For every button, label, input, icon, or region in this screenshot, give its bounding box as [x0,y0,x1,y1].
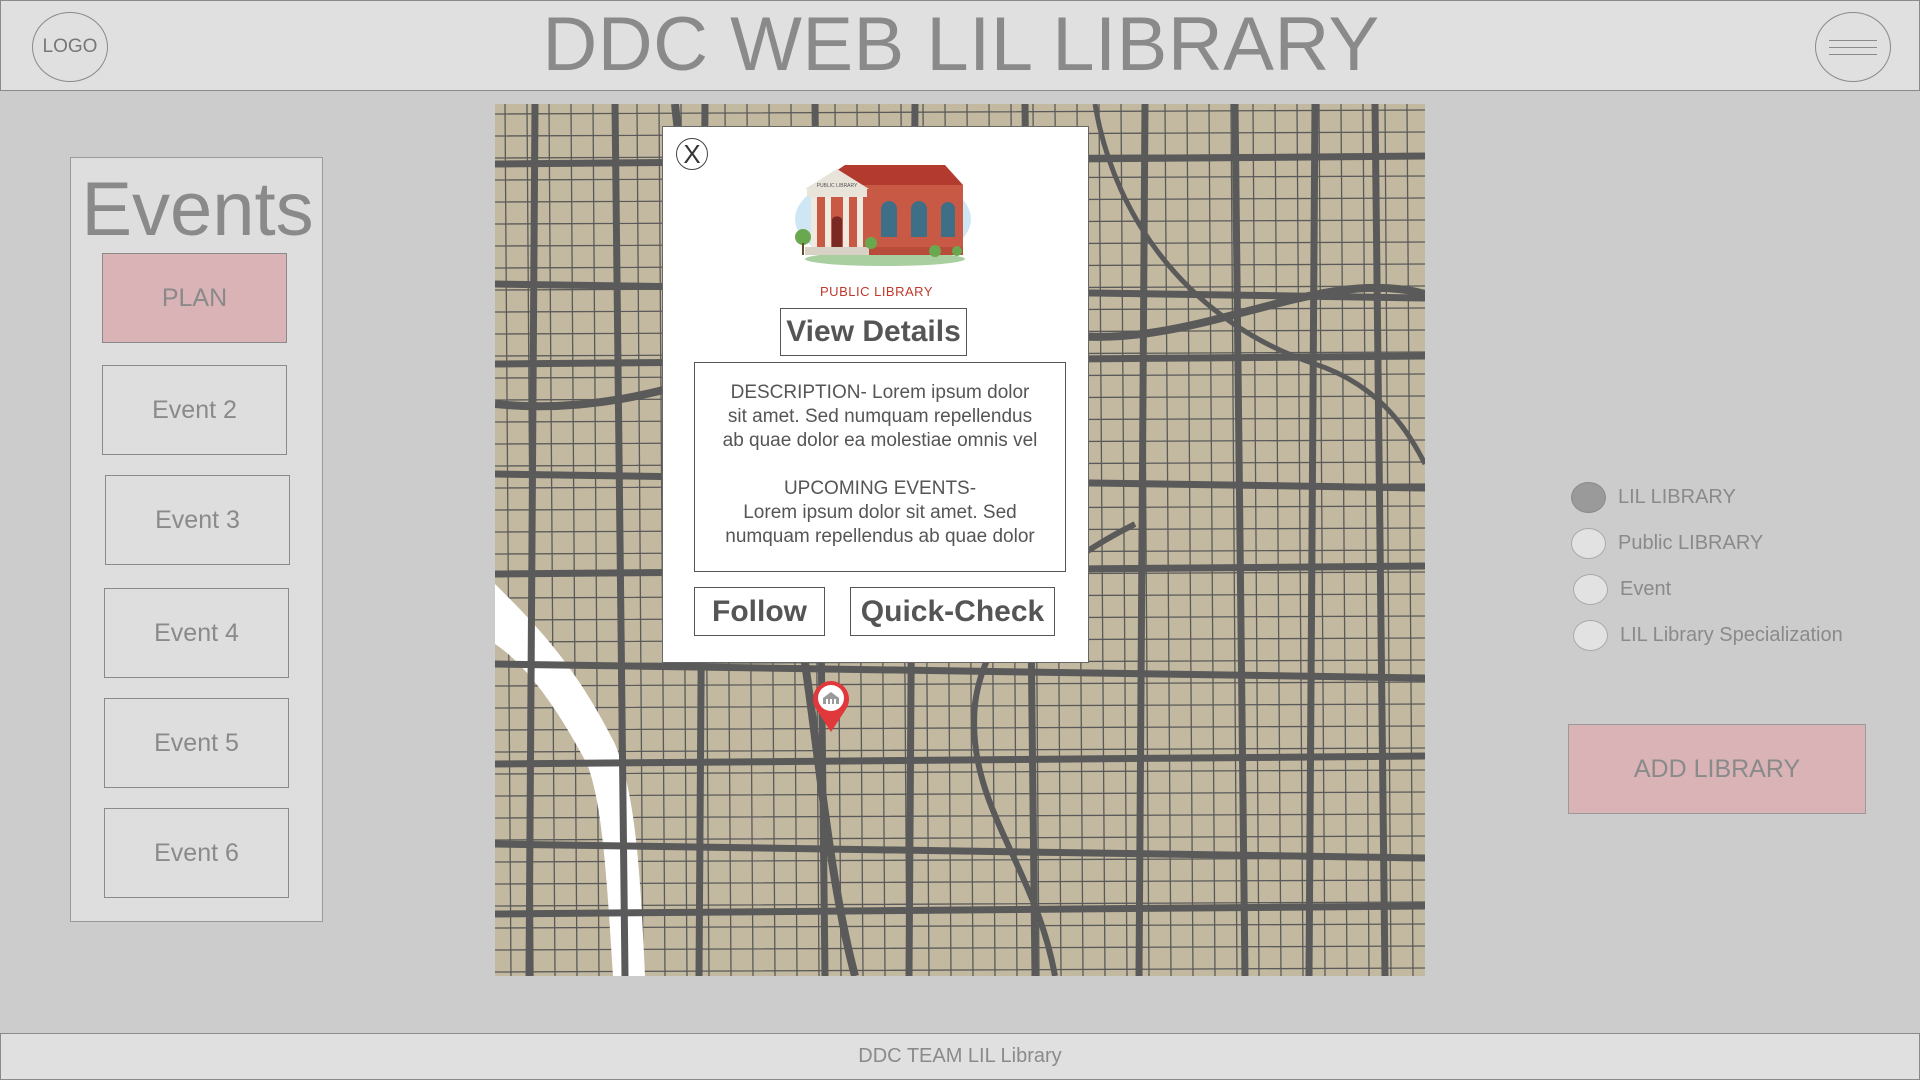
menu-line-icon [1829,47,1877,48]
event-4-button[interactable]: Event 4 [104,588,289,678]
event-6-button[interactable]: Event 6 [104,808,289,898]
library-image-caption: PUBLIC LIBRARY [820,284,933,299]
menu-line-icon [1829,54,1877,55]
radio-icon[interactable] [1571,527,1606,559]
library-location-pin-icon[interactable] [810,678,852,734]
radio-icon[interactable] [1573,619,1608,651]
menu-line-icon [1829,40,1877,41]
events-panel: Events PLAN Event 2 Event 3 Event 4 Even… [70,157,323,922]
legend-item-lil-library[interactable]: LIL LIBRARY [1571,479,1736,515]
quick-check-button[interactable]: Quick-Check [850,587,1055,636]
event-5-button[interactable]: Event 5 [104,698,289,788]
legend-label: Event [1620,577,1672,600]
add-library-button[interactable]: ADD LIBRARY [1568,724,1866,814]
description-line: sit amet. Sed numquam repellendus [727,406,1033,427]
view-details-button[interactable]: View Details [780,308,967,356]
radio-selected-icon[interactable] [1571,481,1606,513]
footer-text: DDC TEAM LIL Library [858,1045,1062,1067]
close-popup-button[interactable]: X [676,138,708,170]
legend-label: LIL LIBRARY [1618,485,1736,508]
library-popup: X PUBLIC LIBRARY PUBLIC LIBRARY View Det… [662,126,1089,663]
legend-item-event[interactable]: Event [1573,571,1671,607]
event-2-button[interactable]: Event 2 [102,365,287,455]
library-building-icon: PUBLIC LIBRARY [795,165,971,266]
radio-icon[interactable] [1573,573,1608,605]
upcoming-events-line: numquam repellendus ab quae dolor [725,526,1035,547]
upcoming-events-line: Lorem ipsum dolor sit amet. Sed [743,502,1017,523]
page-title: DDC WEB LIL LIBRARY [542,2,1380,87]
description-line: DESCRIPTION- Lorem ipsum dolor [730,382,1030,403]
legend-label: Public LIBRARY [1618,531,1764,554]
description-line: ab quae dolor ea molestiae omnis vel [722,430,1038,451]
events-title: Events [81,167,314,252]
legend-label: LIL Library Specialization [1620,623,1843,646]
event-3-button[interactable]: Event 3 [105,475,290,565]
header: LOGO DDC WEB LIL LIBRARY [0,0,1920,91]
footer: DDC TEAM LIL Library [0,1033,1920,1080]
legend-item-public-library[interactable]: Public LIBRARY [1571,525,1763,561]
hamburger-menu-button[interactable] [1815,12,1891,82]
plan-button[interactable]: PLAN [102,253,287,343]
legend-item-specialization[interactable]: LIL Library Specialization [1573,617,1843,653]
library-description: DESCRIPTION- Lorem ipsum dolor sit amet.… [694,362,1066,572]
upcoming-events-heading: UPCOMING EVENTS- [783,478,977,499]
library-sign-text: PUBLIC LIBRARY [817,183,858,189]
follow-button[interactable]: Follow [694,587,825,636]
